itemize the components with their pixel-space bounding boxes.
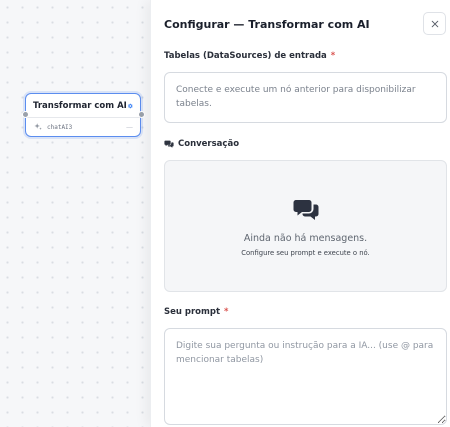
required-marker: * xyxy=(330,51,336,61)
prompt-label-text: Seu prompt xyxy=(164,307,221,317)
transform-ai-node[interactable]: Transformar com AI chatAI3 — xyxy=(21,93,145,137)
node-body: chatAI3 — xyxy=(26,118,140,136)
close-icon xyxy=(431,20,438,27)
panel-title: Configurar — Transformar com AI xyxy=(164,18,370,31)
close-button[interactable] xyxy=(423,12,446,35)
node-input-handle[interactable] xyxy=(21,111,29,118)
node-output-handle[interactable] xyxy=(137,111,145,118)
prompt-label: Seu prompt * xyxy=(164,307,228,317)
sparkles-icon xyxy=(34,123,42,130)
gear-icon[interactable] xyxy=(127,101,133,111)
empty-state-title: Ainda não há mensagens. xyxy=(243,233,368,244)
panel-header: Configurar — Transformar com AI xyxy=(164,12,446,39)
datasources-empty-text: Conecte e execute um nó anterior para di… xyxy=(176,85,416,109)
chat-bubbles-icon xyxy=(164,140,174,148)
conversation-label: Conversação xyxy=(164,139,239,149)
datasources-box: Conecte e execute um nó anterior para di… xyxy=(164,72,447,123)
node-subtitle: chatAI3 xyxy=(47,123,73,131)
node-collapse-button[interactable]: — xyxy=(126,123,133,131)
config-panel: Configurar — Transformar com AI Tabelas … xyxy=(150,0,450,427)
chat-bubbles-icon xyxy=(293,200,319,220)
node-title: Transformar com AI xyxy=(33,100,127,111)
empty-state-subtitle: Configure seu prompt e execute o nó. xyxy=(241,249,370,257)
node-header: Transformar com AI xyxy=(26,94,140,118)
prompt-input[interactable] xyxy=(164,328,447,425)
datasources-label: Tabelas (DataSources) de entrada * xyxy=(164,51,335,61)
conversation-area: Ainda não há mensagens. Configure seu pr… xyxy=(164,160,447,292)
datasources-label-text: Tabelas (DataSources) de entrada xyxy=(164,51,327,61)
conversation-label-text: Conversação xyxy=(178,139,240,149)
required-marker: * xyxy=(224,307,229,317)
